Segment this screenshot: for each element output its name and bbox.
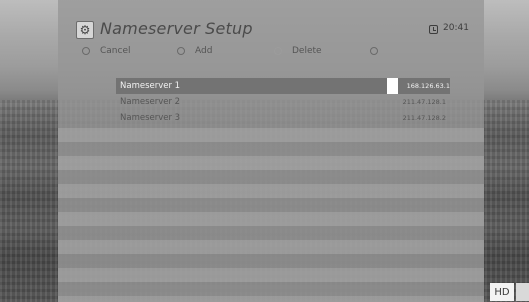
panel-header: ⚙ Nameserver Setup 20:41 <box>58 12 484 42</box>
color-key-icon <box>177 47 185 55</box>
gear-icon: ⚙ <box>76 21 94 39</box>
nameserver-list: Nameserver 1 168.126.63.1 Nameserver 2 2… <box>116 78 450 126</box>
badge-edge <box>516 283 529 301</box>
nameserver-ip-field[interactable]: 211.47.128.2 <box>403 110 446 126</box>
list-item-nameserver-1[interactable]: Nameserver 1 168.126.63.1 <box>116 78 450 94</box>
color-key-icon <box>370 47 378 55</box>
nameserver-ip-field[interactable]: 211.47.128.1 <box>403 94 446 110</box>
list-item-nameserver-2[interactable]: Nameserver 2 211.47.128.1 <box>116 94 450 110</box>
nameserver-ip-field[interactable]: 168.126.63.1 <box>407 78 450 94</box>
cancel-button[interactable]: Cancel <box>82 44 131 58</box>
edit-cursor <box>387 78 398 94</box>
add-label: Add <box>195 46 213 56</box>
color-key-icon <box>82 47 90 55</box>
panel-row-bands <box>58 128 484 302</box>
list-item-nameserver-3[interactable]: Nameserver 3 211.47.128.2 <box>116 110 450 126</box>
clock-icon <box>429 25 438 34</box>
action-bar: Cancel Add Delete <box>58 44 484 58</box>
delete-label: Delete <box>292 46 322 56</box>
page-title: Nameserver Setup <box>100 19 253 38</box>
delete-button[interactable]: Delete <box>274 44 322 58</box>
nameserver-setup-panel: ⚙ Nameserver Setup 20:41 Cancel Add Dele… <box>58 0 484 302</box>
extra-key-button[interactable] <box>370 44 378 58</box>
nameserver-label: Nameserver 3 <box>120 113 181 123</box>
cancel-label: Cancel <box>100 46 131 56</box>
color-key-icon <box>274 47 282 55</box>
add-button[interactable]: Add <box>177 44 212 58</box>
clock-time: 20:41 <box>443 23 469 33</box>
nameserver-label: Nameserver 1 <box>120 81 181 91</box>
nameserver-label: Nameserver 2 <box>120 97 181 107</box>
hd-badge: HD <box>490 283 514 301</box>
